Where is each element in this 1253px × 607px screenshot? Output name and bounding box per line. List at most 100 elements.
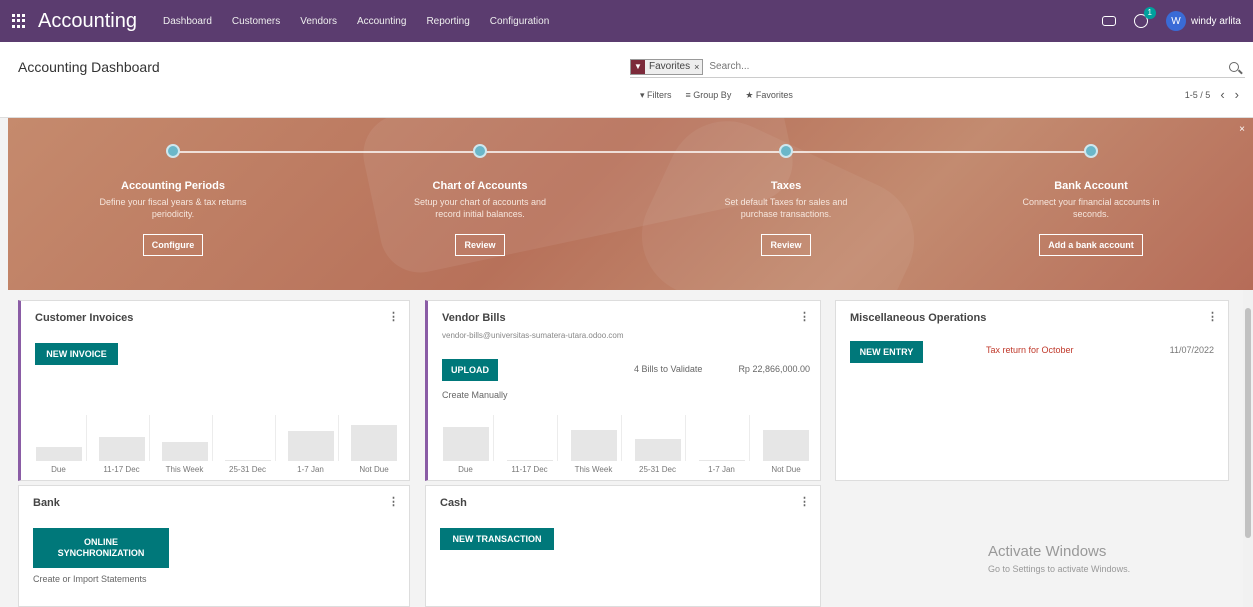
review-taxes-button[interactable]: Review — [761, 234, 811, 256]
bar-this-week[interactable]: This Week — [157, 415, 213, 474]
pager-value[interactable]: 1-5 / 5 — [1185, 90, 1211, 100]
kebab-menu-icon[interactable]: ⋮ — [388, 310, 399, 323]
new-transaction-button[interactable]: NEW TRANSACTION — [440, 528, 554, 550]
menu-reporting[interactable]: Reporting — [426, 16, 469, 27]
new-invoice-button[interactable]: NEW INVOICE — [35, 343, 118, 365]
kebab-menu-icon[interactable]: ⋮ — [388, 495, 399, 508]
kebab-menu-icon[interactable]: ⋮ — [799, 495, 810, 508]
bills-to-validate-link[interactable]: 4 Bills to Validate — [634, 364, 702, 374]
menu-customers[interactable]: Customers — [232, 16, 280, 27]
search-input[interactable] — [709, 61, 1229, 72]
bar-label: Not Due — [359, 465, 389, 474]
menu-vendors[interactable]: Vendors — [300, 16, 337, 27]
online-sync-label-2: SYNCHRONIZATION — [57, 548, 145, 558]
card-title[interactable]: Bank — [33, 497, 60, 509]
vertical-scrollbar[interactable] — [1243, 290, 1253, 607]
avatar: W — [1165, 11, 1186, 31]
kebab-menu-icon[interactable]: ⋮ — [799, 310, 810, 323]
watermark-subtitle: Go to Settings to activate Windows. — [988, 564, 1131, 574]
favorites-label: Favorites — [755, 90, 793, 100]
step-title: Accounting Periods — [121, 180, 225, 192]
card-title[interactable]: Customer Invoices — [35, 312, 133, 324]
bar-11-17-dec[interactable]: 11-17 Dec — [502, 415, 558, 474]
menu-configuration[interactable]: Configuration — [490, 16, 549, 27]
bar-25-31-dec[interactable]: 25-31 Dec — [630, 415, 686, 474]
add-bank-account-button[interactable]: Add a bank account — [1039, 234, 1143, 256]
bar-label: 25-31 Dec — [229, 465, 266, 474]
review-chart-button[interactable]: Review — [455, 234, 505, 256]
misc-operations-card: Miscellaneous Operations ⋮ NEW ENTRY Tax… — [835, 300, 1229, 481]
control-panel: Accounting Dashboard ▼ Favorites × ▾ Fil… — [0, 42, 1253, 118]
card-title[interactable]: Miscellaneous Operations — [850, 312, 986, 324]
new-entry-button[interactable]: NEW ENTRY — [850, 341, 923, 363]
user-name: windy arlita — [1190, 15, 1241, 27]
misc-entry-reference[interactable]: Tax return for October — [986, 345, 1074, 355]
bar-11-17-dec[interactable]: 11-17 Dec — [94, 415, 150, 474]
bar — [442, 427, 489, 461]
kebab-menu-icon[interactable]: ⋮ — [1207, 310, 1218, 323]
main-menu: Dashboard Customers Vendors Accounting R… — [163, 16, 549, 27]
close-icon[interactable]: × — [1239, 124, 1245, 135]
create-import-statements-link[interactable]: Create or Import Statements — [33, 574, 147, 584]
filters-label: Filters — [647, 90, 672, 100]
bar-this-week[interactable]: This Week — [566, 415, 622, 474]
group-by-dropdown[interactable]: ≡ Group By — [686, 90, 732, 101]
navbar-systray: 1 W windy arlita — [1101, 7, 1241, 31]
vendor-bills-email: vendor-bills@universitas-sumatera-utara.… — [442, 331, 624, 340]
misc-entry-date: 11/07/2022 — [1169, 345, 1214, 355]
bills-amount: Rp 22,866,000.00 — [738, 364, 810, 374]
onboarding-progress-line — [173, 151, 1093, 153]
online-sync-button[interactable]: ONLINE SYNCHRONIZATION — [33, 528, 169, 568]
activity-badge: 1 — [1143, 7, 1156, 19]
card-title[interactable]: Cash — [440, 497, 467, 509]
step-dot — [473, 144, 487, 158]
bar — [570, 430, 617, 461]
menu-accounting[interactable]: Accounting — [357, 16, 406, 27]
bar-not-due[interactable]: Not Due — [758, 415, 814, 474]
bar-label: 1-7 Jan — [297, 465, 324, 474]
bar — [35, 447, 82, 461]
apps-grid-icon[interactable] — [12, 14, 26, 28]
bar-due[interactable]: Due — [31, 415, 87, 474]
app-brand[interactable]: Accounting — [38, 10, 137, 33]
bar-1-7-jan[interactable]: 1-7 Jan — [283, 415, 339, 474]
bar-1-7-jan[interactable]: 1-7 Jan — [694, 415, 750, 474]
create-manually-link[interactable]: Create Manually — [442, 390, 508, 400]
bar-label: 11-17 Dec — [103, 465, 140, 474]
configure-button[interactable]: Configure — [142, 234, 204, 256]
search-icon[interactable] — [1229, 61, 1239, 72]
pager-prev-icon[interactable]: ‹ — [1220, 88, 1224, 101]
chat-icon[interactable] — [1101, 16, 1116, 26]
bar-25-31-dec[interactable]: 25-31 Dec — [220, 415, 276, 474]
facet-remove-icon[interactable]: × — [694, 62, 702, 72]
bar-label: 25-31 Dec — [639, 465, 676, 474]
bar — [763, 430, 809, 461]
pager-next-icon[interactable]: › — [1235, 88, 1239, 101]
favorites-dropdown[interactable]: ★ Favorites — [745, 90, 793, 101]
bar — [698, 460, 745, 461]
scrollbar-thumb[interactable] — [1245, 308, 1251, 538]
bar-not-due[interactable]: Not Due — [346, 415, 402, 474]
user-menu[interactable]: W windy arlita — [1165, 11, 1241, 31]
search-facet[interactable]: ▼ Favorites × — [630, 58, 704, 75]
vendor-bills-card: Vendor Bills ⋮ vendor-bills@universitas-… — [425, 300, 821, 481]
step-title: Bank Account — [1054, 180, 1128, 192]
bar — [224, 460, 271, 461]
bar-due[interactable]: Due — [438, 415, 494, 474]
filters-dropdown[interactable]: ▾ Filters — [640, 90, 672, 101]
bank-card: Bank ⋮ ONLINE SYNCHRONIZATION Create or … — [18, 485, 410, 607]
bar — [351, 425, 397, 461]
pager: 1-5 / 5 ‹ › — [1185, 88, 1239, 101]
step-description: Connect your financial accounts in secon… — [1022, 197, 1160, 219]
cash-card: Cash ⋮ NEW TRANSACTION — [425, 485, 821, 607]
step-description: Define your fiscal years & tax returns p… — [99, 197, 247, 219]
activity-button[interactable]: 1 — [1133, 7, 1156, 28]
step-dot — [779, 144, 793, 158]
customer-invoices-card: Customer Invoices ⋮ NEW INVOICE Due 11-1… — [18, 300, 410, 481]
card-title[interactable]: Vendor Bills — [442, 312, 506, 324]
upload-button[interactable]: UPLOAD — [442, 359, 498, 381]
online-sync-label-1: ONLINE — [83, 537, 118, 547]
bar-label: Due — [51, 465, 66, 474]
menu-dashboard[interactable]: Dashboard — [163, 16, 212, 27]
bar-label: 1-7 Jan — [708, 465, 735, 474]
